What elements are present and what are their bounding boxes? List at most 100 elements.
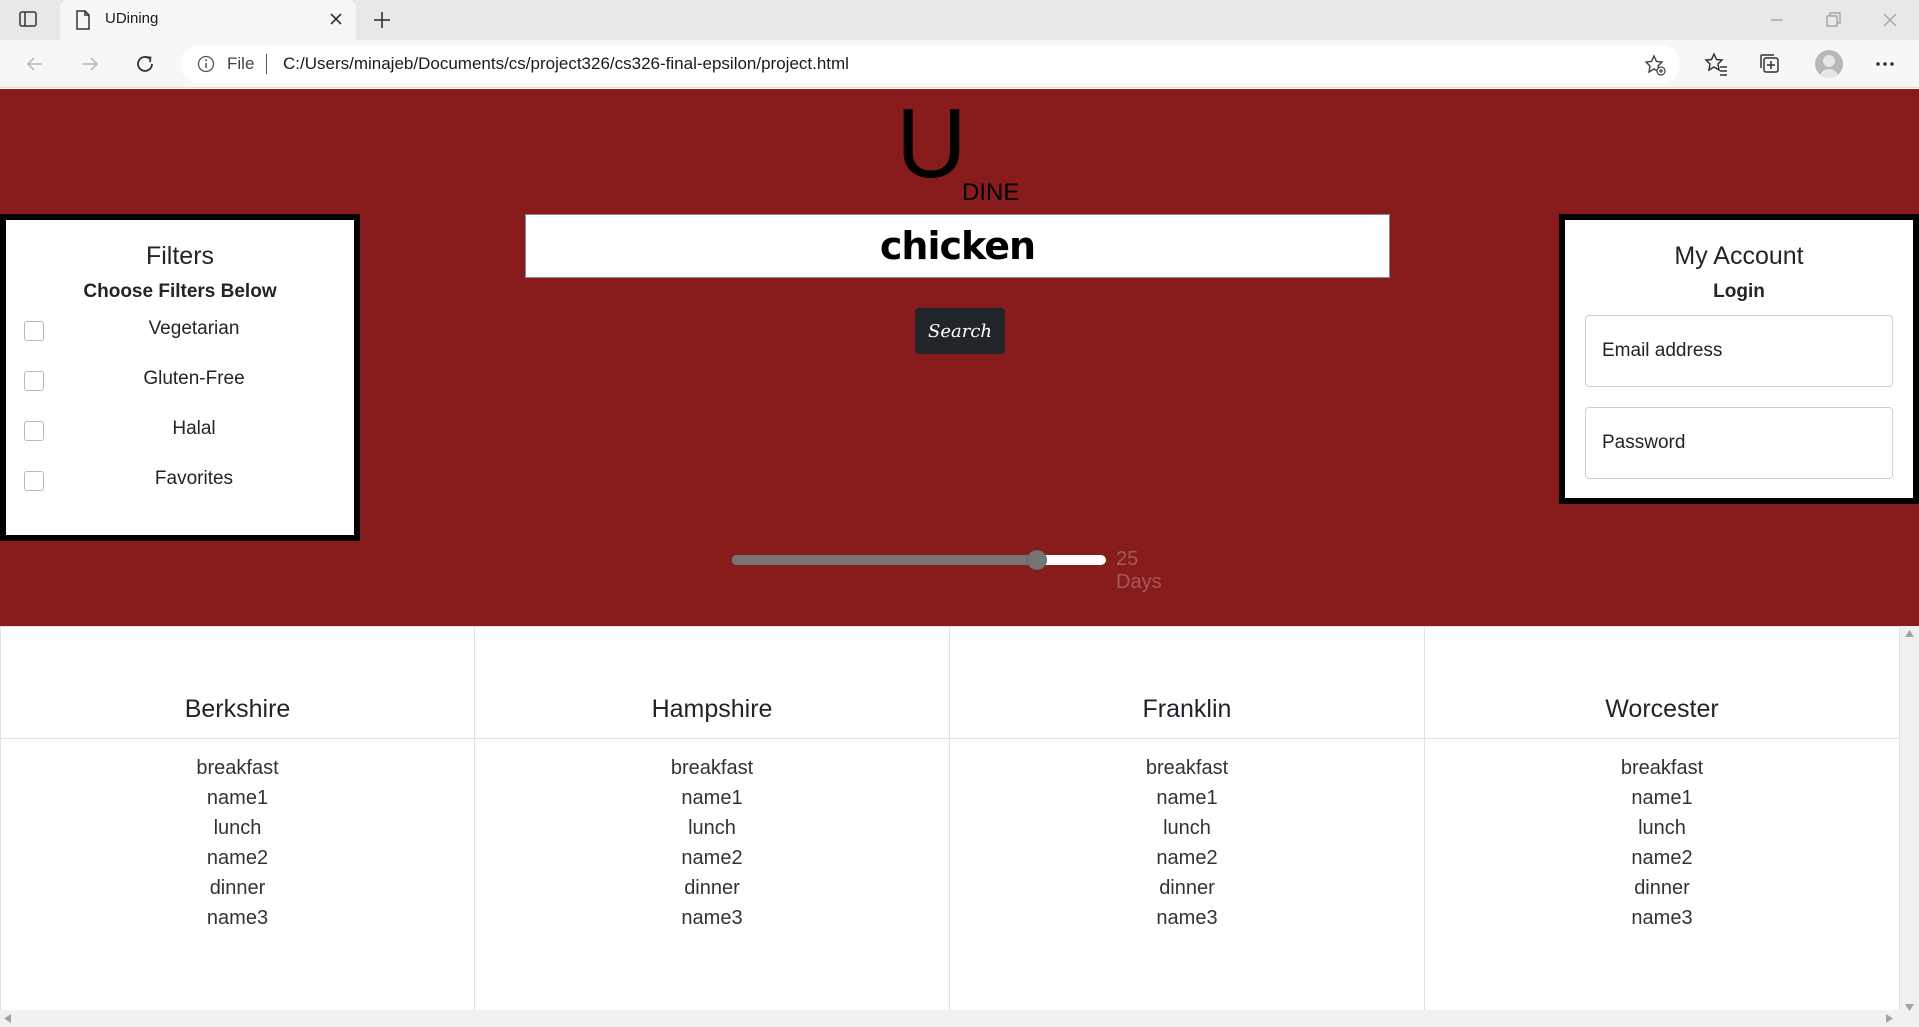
menu-line: breakfast bbox=[670, 757, 754, 779]
halal-checkbox[interactable] bbox=[24, 421, 44, 441]
filters-title: Filters bbox=[145, 242, 215, 270]
page-viewport: U DINE Search 25 Days Filters Choose Fil… bbox=[0, 89, 1919, 1027]
hall-column-worcester: Worcester breakfast name1 lunch name2 di… bbox=[1425, 627, 1900, 1027]
menu-line: breakfast bbox=[1145, 757, 1229, 779]
collections-icon[interactable] bbox=[1757, 51, 1783, 77]
hall-column-franklin: Franklin breakfast name1 lunch name2 din… bbox=[950, 627, 1425, 1027]
login-heading: Login bbox=[1713, 281, 1765, 302]
menu-line: name3 bbox=[206, 907, 269, 929]
udine-logo: U DINE bbox=[896, 93, 1036, 209]
password-field[interactable] bbox=[1585, 407, 1893, 479]
hall-header: Hampshire bbox=[475, 627, 949, 739]
slider-track[interactable] bbox=[732, 555, 1106, 565]
forward-icon[interactable] bbox=[77, 51, 103, 77]
hall-menu: breakfast name1 lunch name2 dinner name3 bbox=[1, 753, 474, 933]
account-panel: My Account Login bbox=[1559, 214, 1919, 504]
close-window-icon[interactable] bbox=[1879, 9, 1901, 31]
menu-line: name2 bbox=[206, 847, 269, 869]
tab-actions-icon[interactable] bbox=[18, 9, 38, 29]
profile-avatar[interactable] bbox=[1815, 50, 1843, 78]
back-icon[interactable] bbox=[22, 51, 48, 77]
hall-name: Worcester bbox=[1605, 695, 1719, 723]
filter-label: Gluten-Free bbox=[143, 368, 245, 389]
scroll-down-icon[interactable] bbox=[1905, 1004, 1914, 1011]
minimize-icon[interactable] bbox=[1766, 9, 1788, 31]
url-text[interactable]: C:/Users/minajeb/Documents/cs/project326… bbox=[283, 54, 849, 74]
scroll-up-icon[interactable] bbox=[1905, 630, 1914, 637]
menu-line: lunch bbox=[688, 817, 736, 839]
horizontal-scrollbar[interactable] bbox=[0, 1010, 1900, 1027]
menu-line: name1 bbox=[206, 787, 269, 809]
menu-line: dinner bbox=[1634, 877, 1690, 899]
hall-name: Berkshire bbox=[184, 695, 291, 723]
hall-name: Hampshire bbox=[651, 695, 773, 723]
favorites-checkbox[interactable] bbox=[24, 471, 44, 491]
scroll-right-icon[interactable] bbox=[1886, 1014, 1893, 1023]
hero-section: U DINE Search 25 Days Filters Choose Fil… bbox=[0, 89, 1919, 626]
menu-line: name2 bbox=[1631, 847, 1693, 869]
address-bar[interactable]: File C:/Users/minajeb/Documents/cs/proje… bbox=[180, 45, 1680, 83]
browser-toolbar: File C:/Users/minajeb/Documents/cs/proje… bbox=[0, 40, 1919, 88]
filters-subtitle: Choose Filters Below bbox=[83, 281, 277, 302]
slider-thumb[interactable] bbox=[1027, 550, 1047, 570]
menu-line: name3 bbox=[1156, 907, 1218, 929]
menu-line: name2 bbox=[1156, 847, 1218, 869]
menu-line: dinner bbox=[209, 877, 266, 899]
logo-suffix: DINE bbox=[962, 179, 1020, 206]
address-separator bbox=[266, 54, 267, 74]
favorites-icon[interactable] bbox=[1703, 51, 1729, 77]
tab-title: UDining bbox=[105, 10, 159, 27]
filter-label: Vegetarian bbox=[148, 318, 240, 339]
hall-menu: breakfast name1 lunch name2 dinner name3 bbox=[950, 753, 1424, 933]
slider-fill bbox=[732, 555, 1044, 565]
menu-line: lunch bbox=[1163, 817, 1211, 839]
search-button[interactable]: Search bbox=[915, 308, 1005, 354]
restore-icon[interactable] bbox=[1822, 9, 1844, 31]
hall-menu: breakfast name1 lunch name2 dinner name3 bbox=[1425, 753, 1899, 933]
hall-column-hampshire: Hampshire breakfast name1 lunch name2 di… bbox=[475, 627, 950, 1027]
account-title: My Account bbox=[1674, 242, 1804, 270]
search-box bbox=[525, 214, 1390, 278]
logo-letter: U bbox=[896, 89, 967, 198]
hall-menu: breakfast name1 lunch name2 dinner name3 bbox=[475, 753, 949, 933]
info-icon[interactable] bbox=[197, 55, 215, 73]
menu-line: name1 bbox=[1156, 787, 1218, 809]
file-label: File bbox=[227, 54, 255, 73]
scroll-left-icon[interactable] bbox=[4, 1014, 11, 1023]
filters-panel: Filters Choose Filters Below Vegetarian … bbox=[0, 214, 360, 541]
menu-line: dinner bbox=[1159, 877, 1215, 899]
add-favorite-icon[interactable] bbox=[1644, 54, 1666, 76]
slider-value-label: 25 Days bbox=[1116, 548, 1162, 593]
page-icon bbox=[76, 10, 90, 30]
refresh-icon[interactable] bbox=[132, 51, 158, 77]
menu-line: name3 bbox=[681, 907, 743, 929]
email-field[interactable] bbox=[1585, 315, 1893, 387]
search-input[interactable] bbox=[526, 215, 1389, 277]
more-options-icon[interactable] bbox=[1872, 51, 1898, 77]
menu-line: breakfast bbox=[1620, 757, 1704, 779]
vertical-scrollbar[interactable] bbox=[1900, 626, 1919, 1027]
menu-line: dinner bbox=[684, 877, 740, 899]
hall-name: Franklin bbox=[1142, 695, 1232, 723]
menu-line: lunch bbox=[213, 817, 262, 839]
menu-line: name3 bbox=[1631, 907, 1693, 929]
browser-tab-bar: UDining bbox=[0, 0, 1919, 40]
menu-line: name2 bbox=[681, 847, 743, 869]
hall-header: Franklin bbox=[950, 627, 1424, 739]
filter-option-gluten-free[interactable]: Gluten-Free bbox=[24, 366, 324, 396]
menu-line: breakfast bbox=[196, 757, 279, 779]
hall-header: Berkshire bbox=[1, 627, 474, 739]
gluten-free-checkbox[interactable] bbox=[24, 371, 44, 391]
days-slider[interactable]: 25 Days bbox=[730, 545, 1190, 593]
hall-column-berkshire: Berkshire breakfast name1 lunch name2 di… bbox=[0, 627, 475, 1027]
vegetarian-checkbox[interactable] bbox=[24, 321, 44, 341]
filter-option-vegetarian[interactable]: Vegetarian bbox=[24, 316, 324, 346]
hall-header: Worcester bbox=[1425, 627, 1899, 739]
filter-option-halal[interactable]: Halal bbox=[24, 416, 324, 446]
filter-label: Halal bbox=[172, 418, 216, 439]
browser-tab[interactable]: UDining bbox=[60, 0, 356, 40]
menu-line: lunch bbox=[1638, 817, 1686, 839]
close-tab-icon[interactable] bbox=[326, 9, 346, 29]
filter-option-favorites[interactable]: Favorites bbox=[24, 466, 324, 496]
new-tab-icon[interactable] bbox=[370, 8, 394, 32]
